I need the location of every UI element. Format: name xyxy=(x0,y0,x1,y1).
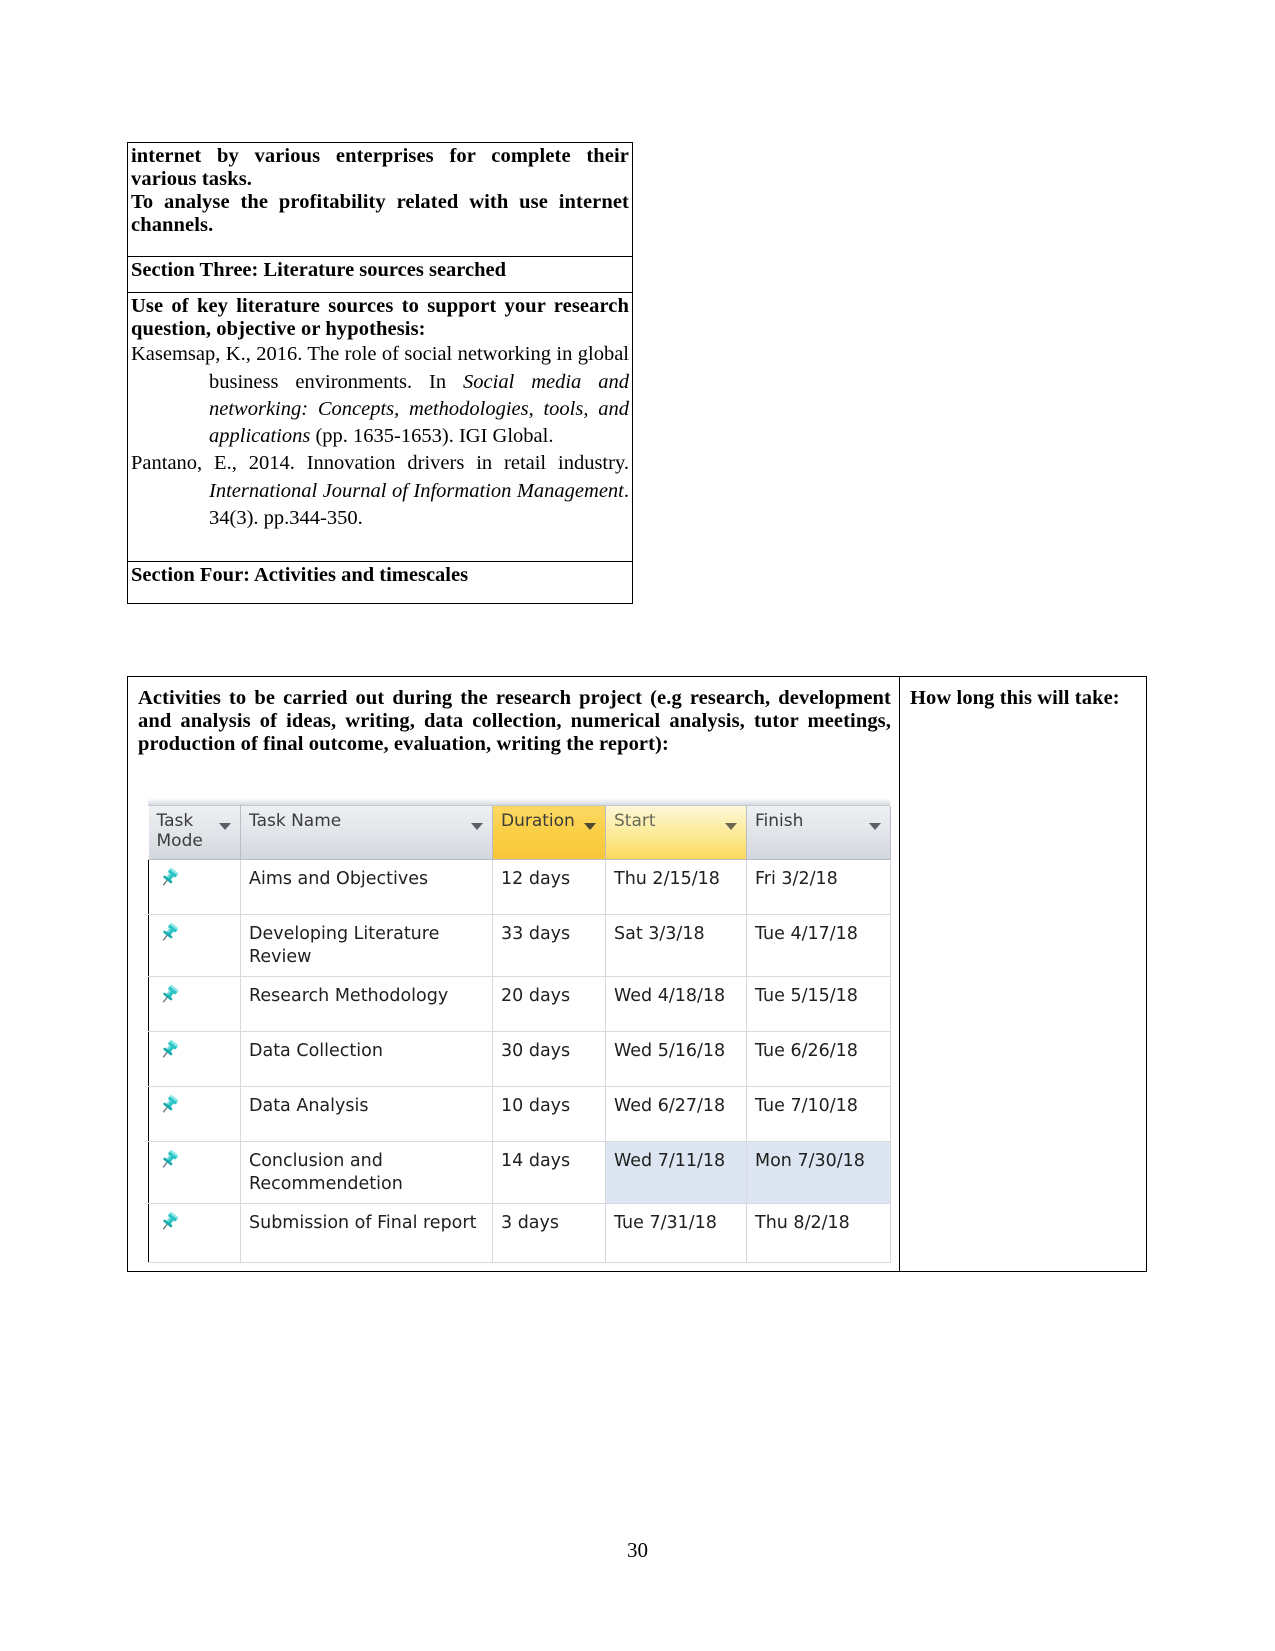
task-mode-cell[interactable] xyxy=(148,859,241,916)
task-name-cell[interactable]: Data Analysis xyxy=(240,1086,493,1143)
section-three-heading: Section Three: Literature sources search… xyxy=(131,259,507,281)
start-cell[interactable]: Wed 5/16/18 xyxy=(605,1031,747,1088)
section-four-cell: Section Four: Activities and timescales xyxy=(127,561,633,605)
activities-prompt: Activities to be carried out during the … xyxy=(138,687,891,756)
pushpin-icon xyxy=(157,868,181,888)
start-label: Start xyxy=(614,811,656,832)
start-cell[interactable]: Tue 7/31/18 xyxy=(605,1203,747,1264)
start-cell[interactable]: Wed 4/18/18 xyxy=(605,976,747,1033)
task-row[interactable]: Aims and Objectives 12 days Thu 2/15/18 Fri… xyxy=(148,859,891,916)
filter-dropdown-icon[interactable] xyxy=(725,823,737,831)
how-long-prompt: How long this will take: xyxy=(910,687,1120,709)
filter-dropdown-icon[interactable] xyxy=(869,823,881,831)
duration-cell[interactable]: 3 days xyxy=(492,1203,606,1264)
finish-cell[interactable]: Tue 4/17/18 xyxy=(746,914,891,978)
duration-cell[interactable]: 30 days xyxy=(492,1031,606,1088)
pushpin-icon xyxy=(157,985,181,1005)
finish-cell[interactable]: Thu 8/2/18 xyxy=(746,1203,891,1264)
activities-row: Activities to be carried out during the … xyxy=(127,675,1147,1273)
section-four-row: Section Four: Activities and timescales xyxy=(127,561,633,605)
start-cell[interactable]: Wed 7/11/18 xyxy=(605,1141,747,1205)
task-row[interactable]: Conclusion and Recommendetion 14 days Wed … xyxy=(148,1141,891,1205)
objectives-row: internet by various enterprises for comp… xyxy=(127,142,633,257)
duration-cell[interactable]: 14 days xyxy=(492,1141,606,1205)
column-header-finish[interactable]: Finish xyxy=(746,806,891,861)
section-four-heading: Section Four: Activities and timescales xyxy=(131,564,469,587)
project-task-table: Task Mode Task Name Duration Start Finis… xyxy=(148,806,891,1264)
finish-cell[interactable]: Tue 5/15/18 xyxy=(746,976,891,1033)
pushpin-icon xyxy=(157,1150,181,1170)
ms-project-grid: Task Mode Task Name Duration Start Finis… xyxy=(148,798,891,1264)
finish-cell[interactable]: Mon 7/30/18 xyxy=(746,1141,891,1205)
reference-title-italic: International Journal of Information Man… xyxy=(209,479,624,502)
duration-cell[interactable]: 10 days xyxy=(492,1086,606,1143)
finish-cell[interactable]: Tue 7/10/18 xyxy=(746,1086,891,1143)
activities-timescales-table: Activities to be carried out during the … xyxy=(127,675,1147,1273)
pushpin-icon xyxy=(157,1040,181,1060)
filter-dropdown-icon[interactable] xyxy=(219,823,231,831)
reference-text: Pantano, E., 2014. Innovation drivers in… xyxy=(131,452,629,475)
column-header-task-name[interactable]: Task Name xyxy=(240,806,493,861)
finish-cell[interactable]: Fri 3/2/18 xyxy=(746,859,891,916)
pushpin-icon xyxy=(157,1212,181,1232)
task-row[interactable]: Data Collection 30 days Wed 5/16/18 Tue 6/2… xyxy=(148,1031,891,1088)
reference-item: Pantano, E., 2014. Innovation drivers in… xyxy=(131,450,629,532)
header-row: Task Mode Task Name Duration Start Finis… xyxy=(148,806,891,861)
project-table-body: Aims and Objectives 12 days Thu 2/15/18 Fri… xyxy=(148,859,891,1264)
task-mode-cell[interactable] xyxy=(148,1086,241,1143)
sections-three-four-table: internet by various enterprises for comp… xyxy=(127,142,633,605)
grid-top-strip xyxy=(148,798,890,807)
filter-dropdown-icon[interactable] xyxy=(471,823,483,831)
task-row[interactable]: Research Methodology 20 days Wed 4/18/18 Tu… xyxy=(148,976,891,1033)
duration-cell[interactable]: 20 days xyxy=(492,976,606,1033)
objectives-line-2: To analyse the profitability related wit… xyxy=(131,191,629,237)
task-mode-cell[interactable] xyxy=(148,1141,241,1205)
task-name-cell[interactable]: Conclusion and Recommendetion xyxy=(240,1141,493,1205)
project-table-header: Task Mode Task Name Duration Start Finis… xyxy=(148,806,891,861)
task-name-cell[interactable]: Research Methodology xyxy=(240,976,493,1033)
page-number: 30 xyxy=(627,1538,648,1562)
literature-prompt: Use of key literature sources to support… xyxy=(131,295,629,341)
task-mode-cell[interactable] xyxy=(148,914,241,978)
objectives-line-1: internet by various enterprises for comp… xyxy=(131,145,629,191)
section-three-row: Section Three: Literature sources search… xyxy=(127,256,633,293)
task-name-cell[interactable]: Submission of Final report xyxy=(240,1203,493,1264)
how-long-cell: How long this will take: xyxy=(899,675,1147,1273)
section-three-cell: Section Three: Literature sources search… xyxy=(127,256,633,293)
reference-item: Kasemsap, K., 2016. The role of social n… xyxy=(131,341,629,450)
task-row[interactable]: Developing Literature Review 33 days Sat 3… xyxy=(148,914,891,978)
pushpin-icon xyxy=(157,923,181,943)
objectives-cell: internet by various enterprises for comp… xyxy=(127,142,633,257)
duration-cell[interactable]: 12 days xyxy=(492,859,606,916)
start-cell[interactable]: Thu 2/15/18 xyxy=(605,859,747,916)
document-page: internet by various enterprises for comp… xyxy=(0,0,1275,1651)
column-header-task-mode[interactable]: Task Mode xyxy=(148,806,241,861)
task-name-label: Task Name xyxy=(249,811,342,832)
task-mode-cell[interactable] xyxy=(148,1203,241,1264)
start-cell[interactable]: Sat 3/3/18 xyxy=(605,914,747,978)
literature-row: Use of key literature sources to support… xyxy=(127,291,633,563)
reference-text: (pp. 1635-1653). IGI Global. xyxy=(310,425,554,448)
task-name-cell[interactable]: Developing Literature Review xyxy=(240,914,493,978)
task-mode-cell[interactable] xyxy=(148,1031,241,1088)
task-name-cell[interactable]: Aims and Objectives xyxy=(240,859,493,916)
reference-list: Kasemsap, K., 2016. The role of social n… xyxy=(131,341,629,532)
task-name-cell[interactable]: Data Collection xyxy=(240,1031,493,1088)
filter-dropdown-icon[interactable] xyxy=(584,823,596,831)
column-header-duration[interactable]: Duration xyxy=(492,806,606,861)
column-header-start[interactable]: Start xyxy=(605,806,747,861)
start-cell[interactable]: Wed 6/27/18 xyxy=(605,1086,747,1143)
literature-cell: Use of key literature sources to support… xyxy=(127,291,633,563)
task-row[interactable]: Submission of Final report 3 days Tue 7/31… xyxy=(148,1203,891,1264)
task-mode-cell[interactable] xyxy=(148,976,241,1033)
duration-cell[interactable]: 33 days xyxy=(492,914,606,978)
activities-cell: Activities to be carried out during the … xyxy=(127,675,900,1273)
finish-label: Finish xyxy=(755,811,804,832)
pushpin-icon xyxy=(157,1095,181,1115)
finish-cell[interactable]: Tue 6/26/18 xyxy=(746,1031,891,1088)
task-mode-label-line2: Mode xyxy=(156,831,203,852)
task-row[interactable]: Data Analysis 10 days Wed 6/27/18 Tue 7/10/… xyxy=(148,1086,891,1143)
